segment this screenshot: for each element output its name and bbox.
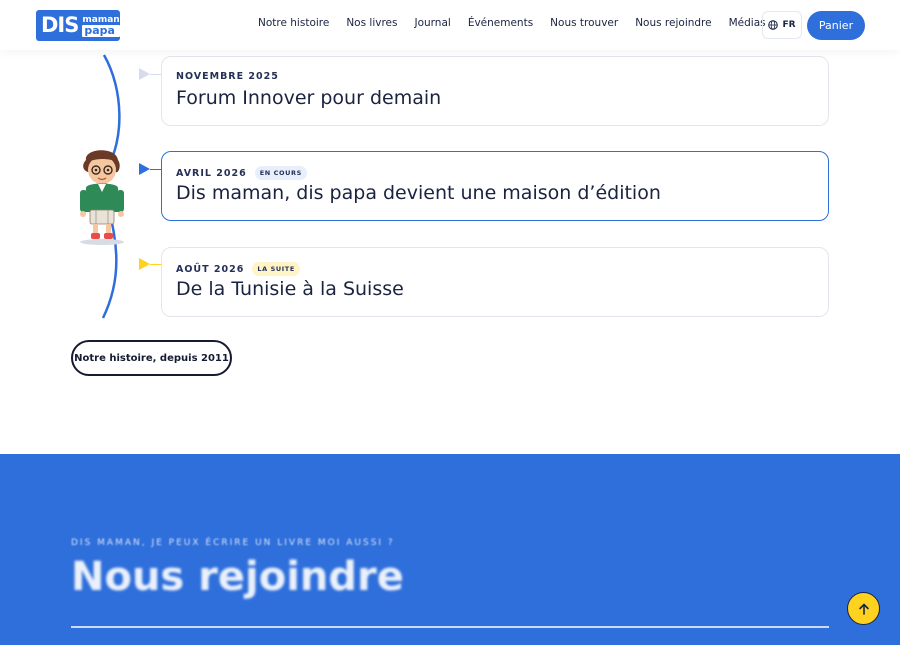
join-section: DIS MAMAN, JE PEUX ÉCRIRE UN LIVRE MOI A… — [0, 454, 900, 645]
logo-line-papa: papa — [82, 24, 120, 37]
timeline-date: NOVEMBRE 2025 — [176, 71, 279, 82]
nav-journal[interactable]: Journal — [414, 17, 450, 29]
logo-wordmark: DIS — [41, 13, 79, 37]
logo[interactable]: DIS maman papa — [36, 10, 120, 41]
child-illustration-icon — [80, 150, 124, 245]
main-nav: Notre histoire Nos livres Journal Événem… — [258, 17, 783, 29]
status-badge: LA SUITE — [252, 262, 300, 276]
timeline-marker-past — [139, 68, 150, 80]
timeline-card[interactable]: AOÛT 2026 LA SUITE De la Tunisie à la Su… — [161, 247, 829, 317]
language-switcher[interactable]: FR — [762, 11, 802, 39]
timeline-date: AVRIL 2026 EN COURS — [176, 166, 307, 180]
scroll-top-button[interactable] — [847, 592, 880, 625]
timeline-card[interactable]: NOVEMBRE 2025 Forum Innover pour demain — [161, 56, 829, 126]
timeline-title: Dis maman, dis papa devient une maison d… — [176, 182, 661, 204]
timeline-title: De la Tunisie à la Suisse — [176, 278, 404, 300]
history-button[interactable]: Notre histoire, depuis 2011 — [71, 340, 232, 376]
timeline-marker-next — [139, 258, 150, 270]
status-badge: EN COURS — [254, 166, 307, 180]
logo-line-maman: maman — [82, 14, 120, 25]
join-divider — [71, 626, 829, 628]
nav-nos-livres[interactable]: Nos livres — [346, 17, 397, 29]
nav-nous-rejoindre[interactable]: Nous rejoindre — [635, 17, 711, 29]
nav-notre-histoire[interactable]: Notre histoire — [258, 17, 329, 29]
join-heading: Nous rejoindre — [71, 554, 404, 600]
timeline-connector — [150, 169, 161, 170]
timeline-marker-current — [139, 163, 150, 175]
nav-evenements[interactable]: Événements — [468, 17, 533, 29]
timeline-date: AOÛT 2026 LA SUITE — [176, 262, 300, 276]
arrow-up-icon — [858, 603, 869, 615]
timeline-title: Forum Innover pour demain — [176, 87, 442, 109]
timeline-connector — [150, 74, 161, 75]
globe-icon — [768, 20, 779, 30]
site-header: DIS maman papa Notre histoire Nos livres… — [0, 0, 900, 50]
nav-medias[interactable]: Médias — [729, 17, 766, 29]
join-eyebrow: DIS MAMAN, JE PEUX ÉCRIRE UN LIVRE MOI A… — [71, 538, 395, 548]
nav-nous-trouver[interactable]: Nous trouver — [550, 17, 618, 29]
language-code: FR — [782, 20, 796, 30]
logo-subtitle: maman papa — [82, 14, 120, 37]
timeline-card-current[interactable]: AVRIL 2026 EN COURS Dis maman, dis papa … — [161, 151, 829, 221]
timeline-connector — [150, 264, 161, 265]
cart-button[interactable]: Panier — [807, 11, 865, 40]
